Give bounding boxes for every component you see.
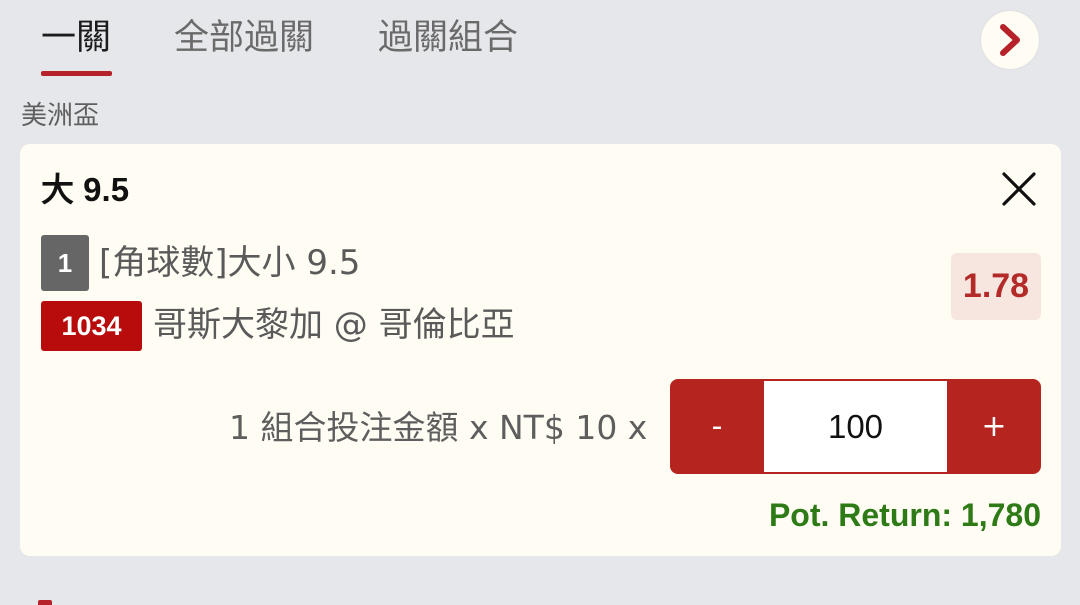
tab-all-parlay[interactable]: 全部過關 [174, 14, 314, 62]
selection-title: 大 9.5 [41, 171, 130, 208]
next-section-indicator [38, 600, 52, 605]
odds-value: 1.78 [951, 253, 1041, 320]
tab-parlay-combo[interactable]: 過關組合 [378, 14, 518, 62]
decrease-stake-button[interactable]: - [670, 379, 764, 474]
bet-type-tabs: 一關 全部過關 過關組合 [0, 0, 1080, 82]
stake-stepper: - + [670, 379, 1041, 474]
market-name: [角球數]大小 9.5 [99, 243, 361, 283]
chevron-right-icon [1000, 24, 1020, 56]
potential-return: Pot. Return: 1,780 [768, 497, 1041, 533]
match-name: 哥斯大黎加 @ 哥倫比亞 [153, 305, 515, 345]
stake-label: 1 組合投注金額 x NT$ 10 x [229, 408, 648, 447]
bet-slip-card: 大 9.5 1 [角球數]大小 9.5 1034 哥斯大黎加 @ 哥倫比亞 1.… [20, 144, 1061, 556]
remove-bet-button[interactable] [1000, 170, 1038, 208]
increase-stake-button[interactable]: + [947, 379, 1041, 474]
stake-input[interactable] [764, 381, 947, 472]
next-button[interactable] [981, 11, 1039, 69]
match-number-badge: 1034 [41, 301, 142, 351]
active-tab-indicator [41, 71, 112, 76]
competition-label: 美洲盃 [21, 101, 100, 131]
market-number-badge: 1 [41, 235, 89, 291]
close-icon [1002, 172, 1036, 206]
tab-single[interactable]: 一關 [41, 14, 111, 62]
